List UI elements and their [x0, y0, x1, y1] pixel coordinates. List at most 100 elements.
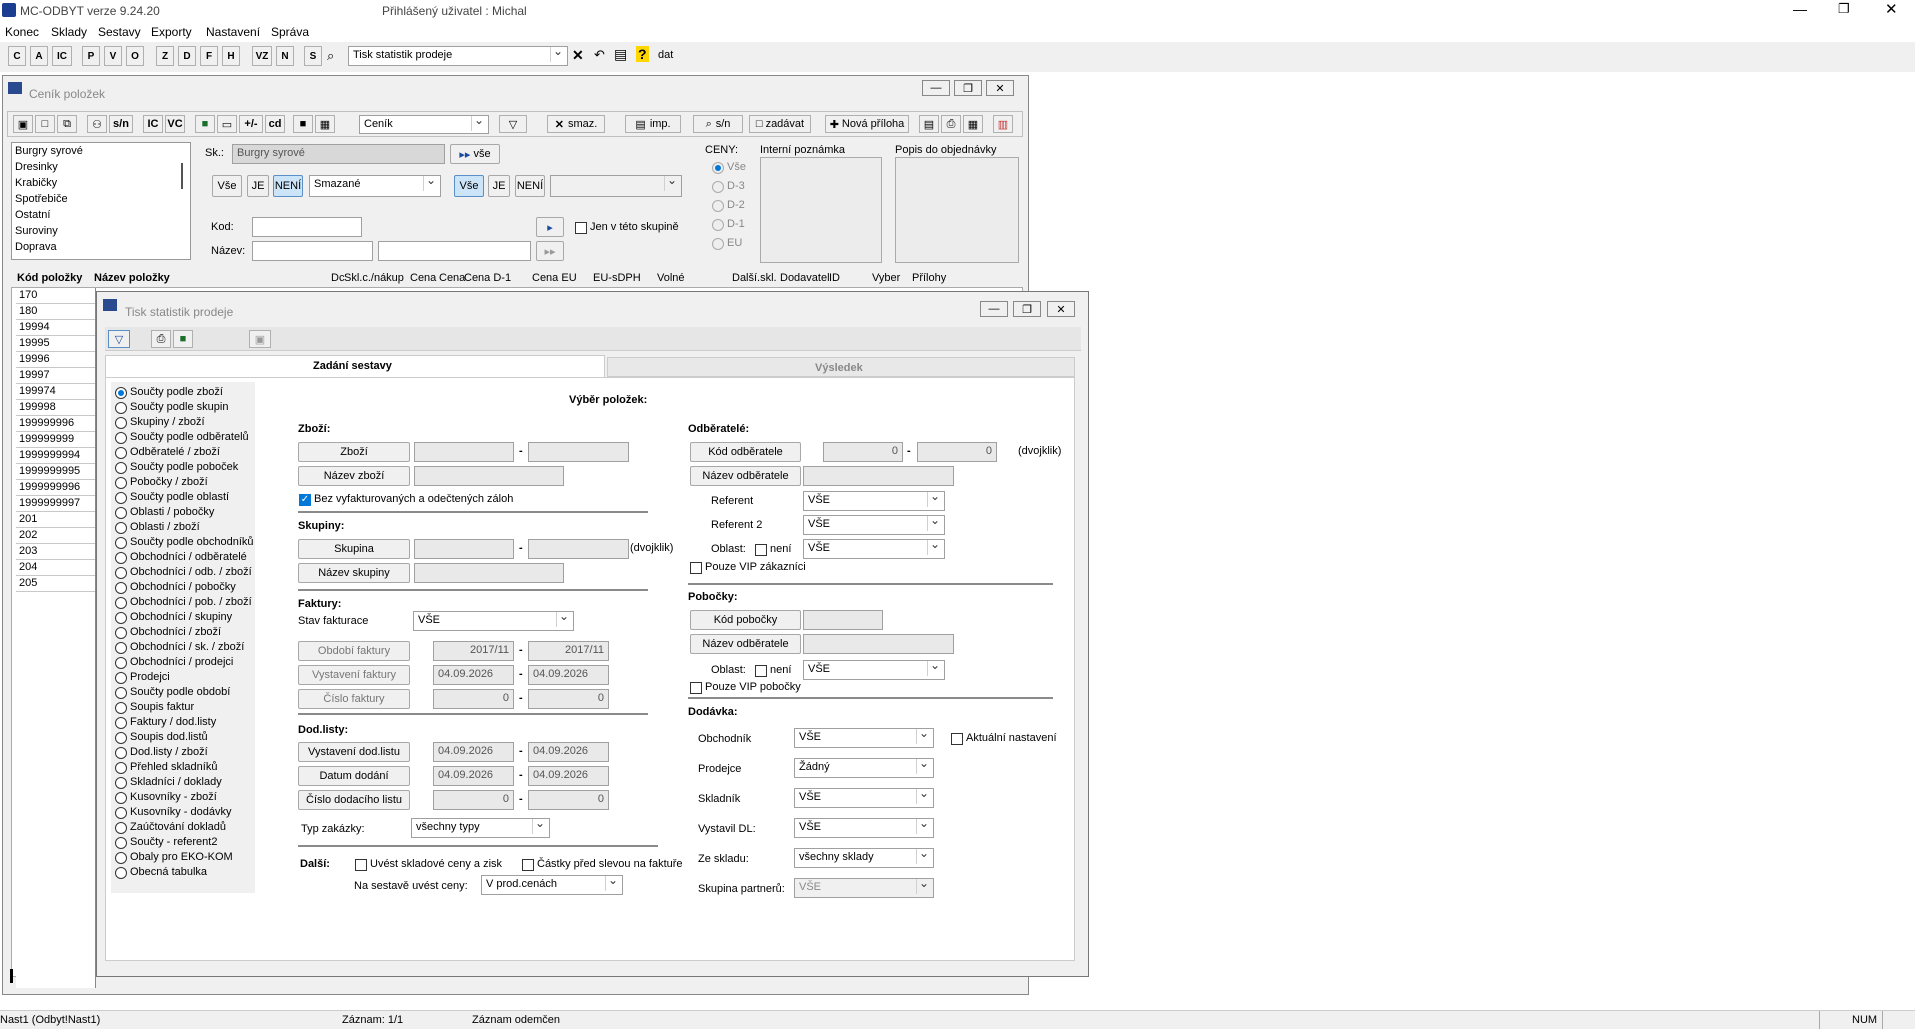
undo-icon[interactable]: ↶	[594, 47, 605, 63]
tb-d[interactable]: D	[178, 46, 196, 66]
vip-pobocky-checkbox[interactable]	[690, 682, 702, 694]
tb-vz[interactable]: VZ	[252, 46, 272, 66]
col-dodavatel[interactable]: Dodavatel	[780, 272, 830, 284]
vip-zakaznici-checkbox[interactable]	[690, 562, 702, 574]
ic-button[interactable]: IC	[143, 115, 163, 133]
save-all-icon[interactable]: ▦	[315, 115, 335, 133]
table-row[interactable]: 201	[16, 512, 95, 528]
typ-zakazky-select[interactable]: všechny typy	[411, 818, 550, 838]
module-combo[interactable]: Tisk statistik prodeje	[348, 46, 568, 66]
datum-dodani-from[interactable]: 04.09.2026	[433, 766, 514, 786]
table-row[interactable]: 204	[16, 560, 95, 576]
oblast-neni-checkbox[interactable]	[755, 544, 767, 556]
table-row[interactable]: 199974	[16, 384, 95, 400]
restore-icon[interactable]: ❐	[1838, 1, 1850, 17]
ceny-radio-d3[interactable]	[712, 181, 724, 193]
kod-odb-from[interactable]: 0	[823, 442, 903, 462]
report-radio[interactable]	[115, 417, 127, 429]
report-radio[interactable]	[115, 687, 127, 699]
col-kod[interactable]: Kód položky	[17, 272, 82, 284]
filter-select[interactable]: Smazané	[309, 175, 441, 197]
nazev-zbozi-button[interactable]: Název zboží	[298, 466, 410, 486]
table-row[interactable]: 1999999997	[16, 496, 95, 512]
minimize-icon[interactable]: —	[1793, 1, 1807, 17]
pob-oblast-select[interactable]: VŠE	[803, 660, 945, 680]
nazev-odb-field[interactable]	[803, 466, 954, 486]
menu-exporty[interactable]: Exporty	[151, 25, 192, 39]
report-radio[interactable]	[115, 822, 127, 834]
table-row[interactable]: 203	[16, 544, 95, 560]
group-item[interactable]: Spotřebiče	[15, 193, 68, 205]
nazev-input2[interactable]	[378, 241, 531, 261]
report-radio[interactable]	[115, 762, 127, 774]
sn-search-button[interactable]: ⌕ s/n	[693, 115, 743, 133]
report-radio[interactable]	[115, 627, 127, 639]
skupina-button[interactable]: Skupina	[298, 539, 410, 559]
date-label[interactable]: dat	[658, 49, 673, 61]
new-doc-icon[interactable]: □	[35, 115, 55, 133]
table-row[interactable]: 19997	[16, 368, 95, 384]
datum-dodani-button[interactable]: Datum dodání	[298, 766, 410, 786]
tb-n[interactable]: N	[276, 46, 294, 66]
cenik-minimize-icon[interactable]: —	[922, 80, 950, 96]
report-radio[interactable]	[115, 777, 127, 789]
nazev-skupiny-field[interactable]	[414, 563, 564, 583]
group-item[interactable]: Dresinky	[15, 161, 58, 173]
report-radio[interactable]	[115, 402, 127, 414]
filter-je-button[interactable]: JE	[247, 175, 269, 197]
report-radio[interactable]	[115, 492, 127, 504]
report-radio[interactable]	[115, 567, 127, 579]
settings-icon[interactable]: ▤	[919, 115, 939, 133]
pob-oblast-neni-checkbox[interactable]	[755, 665, 767, 677]
vyst-fakt-from[interactable]: 04.09.2026	[433, 665, 514, 685]
nova-priloha-button[interactable]: ✚ Nová příloha	[825, 115, 909, 133]
skupina-to[interactable]	[528, 539, 629, 559]
report-radio[interactable]	[115, 867, 127, 879]
tb-z[interactable]: Z	[156, 46, 174, 66]
vyst-dl-to[interactable]: 04.09.2026	[528, 742, 609, 762]
close-icon[interactable]: ✕	[1885, 0, 1898, 18]
nazev-zbozi-field[interactable]	[414, 466, 564, 486]
filter-icon[interactable]: ▽	[499, 115, 527, 133]
copy-icon[interactable]: ⧉	[57, 115, 77, 133]
tisk-close-icon[interactable]: ✕	[1047, 301, 1075, 317]
table-row[interactable]: 1999999996	[16, 480, 95, 496]
obdobi-to[interactable]: 2017/11	[528, 641, 609, 661]
oblast-select[interactable]: VŠE	[803, 539, 945, 559]
report-radio[interactable]	[115, 597, 127, 609]
zbozi-to[interactable]	[528, 442, 629, 462]
kod-odberatele-button[interactable]: Kód odběratele	[690, 442, 801, 462]
report-radio[interactable]	[115, 552, 127, 564]
report-radio[interactable]	[115, 582, 127, 594]
nazev-pob-field[interactable]	[803, 634, 954, 654]
report-radio[interactable]	[115, 702, 127, 714]
list-scrollbar[interactable]	[181, 163, 183, 189]
filter-je2-button[interactable]: JE	[488, 175, 510, 197]
col-volne[interactable]: Volné	[657, 272, 685, 284]
report-radio[interactable]	[115, 507, 127, 519]
ceny-sestava-select[interactable]: V prod.cenách	[481, 875, 623, 895]
group-item[interactable]: Suroviny	[15, 225, 58, 237]
tisk-minimize-icon[interactable]: —	[980, 301, 1008, 317]
vse-groups-button[interactable]: ▸▸ vše	[450, 144, 500, 164]
sklad-ceny-checkbox[interactable]	[355, 859, 367, 871]
group-list[interactable]: Burgry syrové Dresinky Krabičky Spotřebi…	[11, 142, 191, 260]
imp-button[interactable]: ▤ imp.	[625, 115, 681, 133]
col-dc[interactable]: Dc	[331, 272, 344, 284]
table-row[interactable]: 199999999	[16, 432, 95, 448]
cislo-fakt-to[interactable]: 0	[528, 689, 609, 709]
report-radio[interactable]	[115, 537, 127, 549]
kod-input[interactable]	[252, 217, 362, 237]
report-radio[interactable]	[115, 612, 127, 624]
report-radio[interactable]	[115, 717, 127, 729]
vyst-dl-from[interactable]: 04.09.2026	[433, 742, 514, 762]
table-row[interactable]: 180	[16, 304, 95, 320]
plus-minus-button[interactable]: +/-	[239, 115, 263, 133]
cislo-faktury-button[interactable]: Číslo faktury	[298, 689, 410, 709]
col-vyber[interactable]: Vyber	[872, 272, 900, 284]
save-green-icon[interactable]: ■	[195, 115, 215, 133]
vystaveni-faktury-button[interactable]: Vystavení faktury	[298, 665, 410, 685]
tb-c[interactable]: C	[8, 46, 26, 66]
nazev-pob-button[interactable]: Název odběratele	[690, 634, 801, 654]
print-icon[interactable]: ⎙	[941, 115, 961, 133]
